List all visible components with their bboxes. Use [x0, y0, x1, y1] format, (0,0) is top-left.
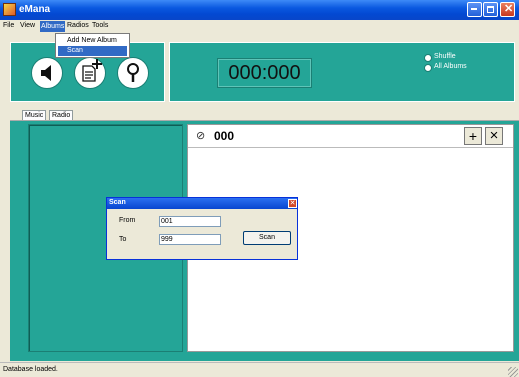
- minimize-icon: [471, 8, 477, 10]
- add-note-icon: [82, 59, 102, 82]
- add-note-button[interactable]: [74, 57, 106, 89]
- scan-dialog-title-bar[interactable]: Scan ✕: [107, 198, 297, 209]
- album-header: ⊘ 000 + ×: [188, 125, 513, 148]
- status-bar: Database loaded.: [0, 362, 519, 377]
- album-title: 000: [214, 129, 235, 143]
- disc-icon: ⊘: [196, 130, 206, 142]
- from-input[interactable]: 001: [159, 216, 221, 227]
- app-window: eMana ✕ File View Albums Radios Tools Ad…: [0, 0, 519, 377]
- from-label: From: [119, 217, 136, 224]
- menu-radios[interactable]: Radios: [67, 22, 89, 29]
- menu-item-scan[interactable]: Scan: [58, 46, 127, 56]
- menu-albums[interactable]: Albums: [40, 21, 66, 32]
- shuffle-radio[interactable]: [424, 54, 432, 62]
- now-playing-panel: 000:000 Shuffle All Albums: [169, 42, 515, 102]
- close-icon: ✕: [504, 3, 514, 15]
- menu-view[interactable]: View: [20, 22, 35, 29]
- shuffle-label: Shuffle: [434, 53, 456, 60]
- scan-dialog-title: Scan: [109, 199, 126, 206]
- albums-dropdown-menu: Add New Album Scan: [55, 33, 130, 58]
- app-icon: [3, 3, 16, 16]
- window-title: eMana: [19, 4, 51, 15]
- search-icon: [127, 63, 139, 82]
- add-track-button[interactable]: +: [464, 127, 482, 145]
- menu-tools[interactable]: Tools: [92, 22, 108, 29]
- volume-icon: [41, 65, 51, 81]
- menu-item-add-new-album[interactable]: Add New Album: [58, 36, 127, 46]
- maximize-button[interactable]: [483, 2, 498, 17]
- maximize-icon: [487, 6, 494, 13]
- volume-button[interactable]: [31, 57, 63, 89]
- search-button[interactable]: [117, 57, 149, 89]
- title-bar[interactable]: eMana ✕: [0, 0, 519, 20]
- track-counter: 000:000: [217, 58, 312, 88]
- to-input[interactable]: 999: [159, 234, 221, 245]
- scan-dialog: Scan ✕ From 001 To 999 Scan: [106, 197, 298, 260]
- menu-file[interactable]: File: [3, 22, 14, 29]
- remove-album-button[interactable]: ×: [485, 127, 503, 145]
- menu-bar: File View Albums Radios Tools: [0, 20, 519, 33]
- status-text: Database loaded.: [3, 366, 58, 373]
- resize-grip-icon[interactable]: [508, 367, 518, 377]
- minimize-button[interactable]: [467, 2, 482, 17]
- to-label: To: [119, 236, 127, 243]
- close-button[interactable]: ✕: [500, 2, 515, 17]
- scan-button[interactable]: Scan: [243, 231, 291, 245]
- all-albums-label: All Albums: [434, 63, 467, 70]
- scan-dialog-close-icon[interactable]: ✕: [288, 199, 297, 208]
- all-albums-radio[interactable]: [424, 64, 432, 72]
